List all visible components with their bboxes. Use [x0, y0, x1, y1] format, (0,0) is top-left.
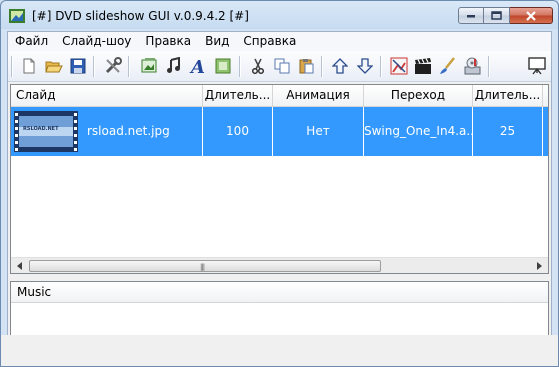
move-up-button[interactable]: [330, 56, 350, 76]
menu-file[interactable]: Файл: [8, 32, 55, 51]
open-folder-icon: [45, 61, 63, 73]
clapperboard-icon: [415, 58, 431, 74]
toolbar-separator: [239, 56, 241, 77]
animation-cell[interactable]: Нет: [273, 107, 364, 156]
transition-duration-cell[interactable]: 25: [473, 107, 543, 156]
app-window: [#] DVD slideshow GUI v.0.9.4.2 [#] Файл…: [0, 0, 559, 367]
menu-slideshow[interactable]: Слайд-шоу: [55, 32, 138, 51]
picture-icon: [390, 57, 408, 75]
scroll-thumb[interactable]: |||: [29, 260, 381, 272]
toolbar: A: [8, 51, 551, 82]
chevron-right-icon: [536, 262, 542, 270]
toolbar-separator: [93, 56, 95, 77]
slides-horizontal-scrollbar[interactable]: |||: [11, 257, 548, 273]
slideshow-presentation-icon: [528, 57, 546, 75]
thumbnail-text: RSLOAD.NET: [23, 126, 59, 132]
add-frame-button[interactable]: [213, 56, 233, 76]
add-image-icon: [141, 58, 157, 73]
title-bar[interactable]: [#] DVD slideshow GUI v.0.9.4.2 [#]: [1, 1, 558, 31]
move-down-icon: [357, 58, 373, 74]
add-audio-icon: [167, 57, 180, 73]
tools-button[interactable]: [103, 56, 123, 76]
save-button[interactable]: [68, 56, 88, 76]
toolbar-separator: [488, 56, 490, 77]
table-row[interactable]: RSLOAD.NET rsload.net.jpg 100 Нет Swing_…: [11, 107, 548, 156]
status-bar: [1, 335, 558, 366]
burn-disc-icon: [464, 57, 481, 75]
clapperboard-button[interactable]: [413, 56, 433, 76]
client-area: Файл Слайд-шоу Правка Вид Справка A Слай…: [7, 31, 552, 362]
copy-button[interactable]: [272, 56, 292, 76]
column-header-transition-duration[interactable]: Длитель...: [473, 85, 543, 106]
toolbar-separator: [11, 56, 13, 77]
close-button[interactable]: [510, 7, 553, 24]
brush-button[interactable]: [437, 56, 457, 76]
menu-edit[interactable]: Правка: [138, 32, 198, 51]
slide-cell[interactable]: RSLOAD.NET rsload.net.jpg: [11, 107, 203, 156]
move-down-button[interactable]: [355, 56, 375, 76]
cut-icon: [251, 58, 265, 74]
grid-header: Слайд Длитель... Анимация Переход Длител…: [11, 85, 548, 107]
maximize-button[interactable]: [484, 7, 510, 24]
transition-cell[interactable]: Swing_One_In4.a...: [364, 107, 473, 156]
burn-disc-button[interactable]: [462, 56, 482, 76]
column-header-duration[interactable]: Длитель...: [203, 85, 273, 106]
toolbar-separator: [321, 56, 323, 77]
add-frame-icon: [215, 58, 231, 74]
paste-icon: [299, 59, 314, 74]
tools-icon: [105, 57, 122, 74]
chevron-left-icon: [16, 262, 22, 270]
slide-thumbnail: RSLOAD.NET: [14, 111, 78, 152]
menu-view[interactable]: Вид: [198, 32, 236, 51]
scroll-left-button[interactable]: [11, 258, 28, 273]
window-title: [#] DVD slideshow GUI v.0.9.4.2 [#]: [32, 9, 249, 23]
column-header-slide[interactable]: Слайд: [11, 85, 203, 106]
add-audio-button[interactable]: [164, 56, 184, 76]
menu-help[interactable]: Справка: [236, 32, 303, 51]
open-button[interactable]: [44, 56, 64, 76]
app-icon: [9, 9, 25, 23]
toolbar-separator: [128, 56, 130, 77]
add-image-button[interactable]: [139, 56, 159, 76]
grip-icon: |||: [200, 263, 205, 271]
save-icon: [70, 58, 86, 74]
column-header-animation[interactable]: Анимация: [273, 85, 364, 106]
slides-grid[interactable]: Слайд Длитель... Анимация Переход Длител…: [10, 84, 549, 274]
close-icon: [526, 10, 536, 21]
add-text-button[interactable]: A: [188, 56, 208, 76]
add-text-icon: A: [189, 57, 205, 75]
column-header-transition[interactable]: Переход: [364, 85, 473, 106]
minimize-icon: [467, 14, 475, 17]
copy-icon: [274, 58, 290, 74]
maximize-icon: [491, 11, 502, 20]
slideshow-presentation-button[interactable]: [527, 56, 547, 76]
new-file-icon: [23, 58, 35, 74]
toolbar-separator: [380, 56, 382, 77]
menu-bar: Файл Слайд-шоу Правка Вид Справка: [8, 32, 551, 51]
slide-filename: rsload.net.jpg: [87, 124, 170, 138]
music-header[interactable]: Music: [11, 282, 548, 303]
minimize-button[interactable]: [458, 7, 484, 24]
brush-icon: [440, 57, 455, 74]
move-up-icon: [332, 58, 348, 74]
scroll-right-button[interactable]: [531, 258, 548, 273]
picture-button[interactable]: [389, 56, 409, 76]
cut-button[interactable]: [248, 56, 268, 76]
duration-cell[interactable]: 100: [203, 107, 273, 156]
new-file-button[interactable]: [19, 56, 39, 76]
paste-button[interactable]: [296, 56, 316, 76]
svg-text:A: A: [189, 57, 205, 75]
